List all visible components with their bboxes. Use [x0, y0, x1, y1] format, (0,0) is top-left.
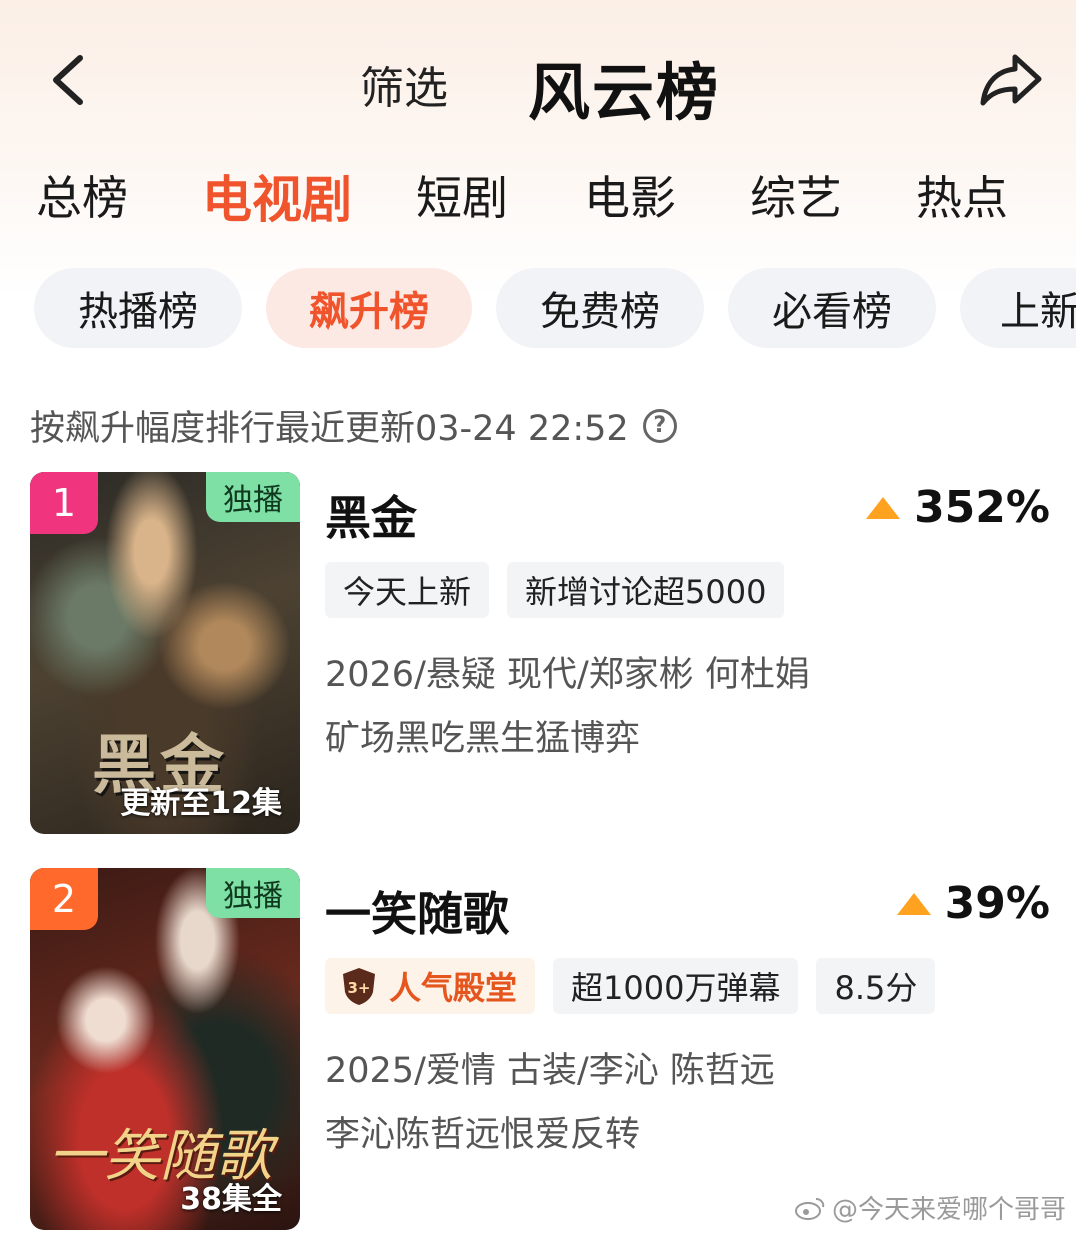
- share-icon: [980, 54, 1042, 106]
- show-title: 黑金: [325, 491, 417, 545]
- hall-of-fame-label: 人气殿堂: [389, 969, 518, 1007]
- shield-icon: 3+: [343, 968, 375, 1005]
- exclusive-badge: 独播: [206, 472, 300, 522]
- show-meta: 2026/悬疑 现代/郑家彬 何杜娟: [325, 655, 810, 695]
- poster-image: 黑金 1 独播 更新至12集: [30, 472, 300, 834]
- rank-badge: 1: [30, 472, 98, 534]
- filter-link[interactable]: 筛选: [360, 52, 448, 116]
- tab-must-watch[interactable]: 必看榜: [728, 268, 936, 348]
- tag: 今天上新: [325, 562, 490, 618]
- tab-variety[interactable]: 综艺: [750, 162, 842, 228]
- tab-tv-series[interactable]: 电视剧: [202, 160, 352, 232]
- show-meta: 2025/爱情 古装/李沁 陈哲远: [325, 1051, 775, 1091]
- tag: 8.5分: [816, 958, 936, 1014]
- share-button[interactable]: [976, 46, 1046, 112]
- watermark-text: @今天来爱哪个哥哥: [831, 1195, 1066, 1225]
- rise-value: 39%: [944, 878, 1050, 929]
- episode-info: 38集全: [180, 1182, 282, 1217]
- ranking-item[interactable]: 黑金 1 独播 更新至12集 黑金 352% 今天上新 新增讨论超5000 20…: [30, 472, 1050, 834]
- tag-list: 3+ 人气殿堂 超1000万弹幕 8.5分: [325, 958, 936, 1014]
- shield-icon-text: 3+: [347, 979, 370, 997]
- show-description: 矿场黑吃黑生猛博弈: [325, 719, 641, 759]
- rise-indicator: 39%: [896, 878, 1050, 929]
- rise-value: 352%: [914, 482, 1050, 533]
- tab-short-drama[interactable]: 短剧: [416, 162, 508, 228]
- update-info: 按飙升幅度排行最近更新03-24 22:52 ?: [30, 400, 677, 451]
- ranking-item[interactable]: 一笑随歌 2 独播 38集全 一笑随歌 39% 3+ 人气殿堂 超1000万弹幕…: [30, 868, 1050, 1230]
- update-text: 按飙升幅度排行最近更新03-24 22:52: [30, 409, 629, 449]
- up-arrow-icon: [896, 892, 931, 915]
- tab-overall[interactable]: 总榜: [36, 162, 128, 228]
- exclusive-badge: 独播: [206, 868, 300, 918]
- weibo-icon: [794, 1197, 825, 1220]
- watermark: @今天来爱哪个哥哥: [794, 1189, 1066, 1226]
- chevron-left-icon: [53, 55, 83, 105]
- rank-badge: 2: [30, 868, 98, 930]
- page-title: 风云榜: [528, 56, 721, 129]
- tag: 超1000万弹幕: [553, 958, 799, 1014]
- tab-hot-playing[interactable]: 热播榜: [34, 268, 242, 348]
- hall-of-fame-badge: 3+ 人气殿堂: [325, 958, 536, 1014]
- tag: 新增讨论超5000: [507, 562, 785, 618]
- poster-image: 一笑随歌 2 独播 38集全: [30, 868, 300, 1230]
- back-button[interactable]: [40, 48, 96, 112]
- tab-hot[interactable]: 热点: [916, 162, 1008, 228]
- category-tabs: 总榜 电视剧 短剧 电影 综艺 热点: [0, 162, 1076, 232]
- tag-list: 今天上新 新增讨论超5000: [325, 562, 785, 618]
- ranking-sub-tabs: 热播榜 飙升榜 免费榜 必看榜 上新: [0, 268, 1076, 350]
- rise-indicator: 352%: [866, 482, 1050, 533]
- header-bar: 筛选 风云榜: [0, 0, 1076, 150]
- tab-free[interactable]: 免费榜: [496, 268, 704, 348]
- tab-movie[interactable]: 电影: [584, 162, 676, 228]
- help-icon[interactable]: ?: [642, 408, 677, 443]
- up-arrow-icon: [866, 496, 901, 519]
- show-title: 一笑随歌: [325, 887, 509, 941]
- episode-info: 更新至12集: [120, 786, 282, 821]
- tab-rising[interactable]: 飙升榜: [266, 268, 472, 348]
- show-description: 李沁陈哲远恨爱反转: [325, 1115, 641, 1155]
- tab-new-release[interactable]: 上新: [960, 268, 1076, 348]
